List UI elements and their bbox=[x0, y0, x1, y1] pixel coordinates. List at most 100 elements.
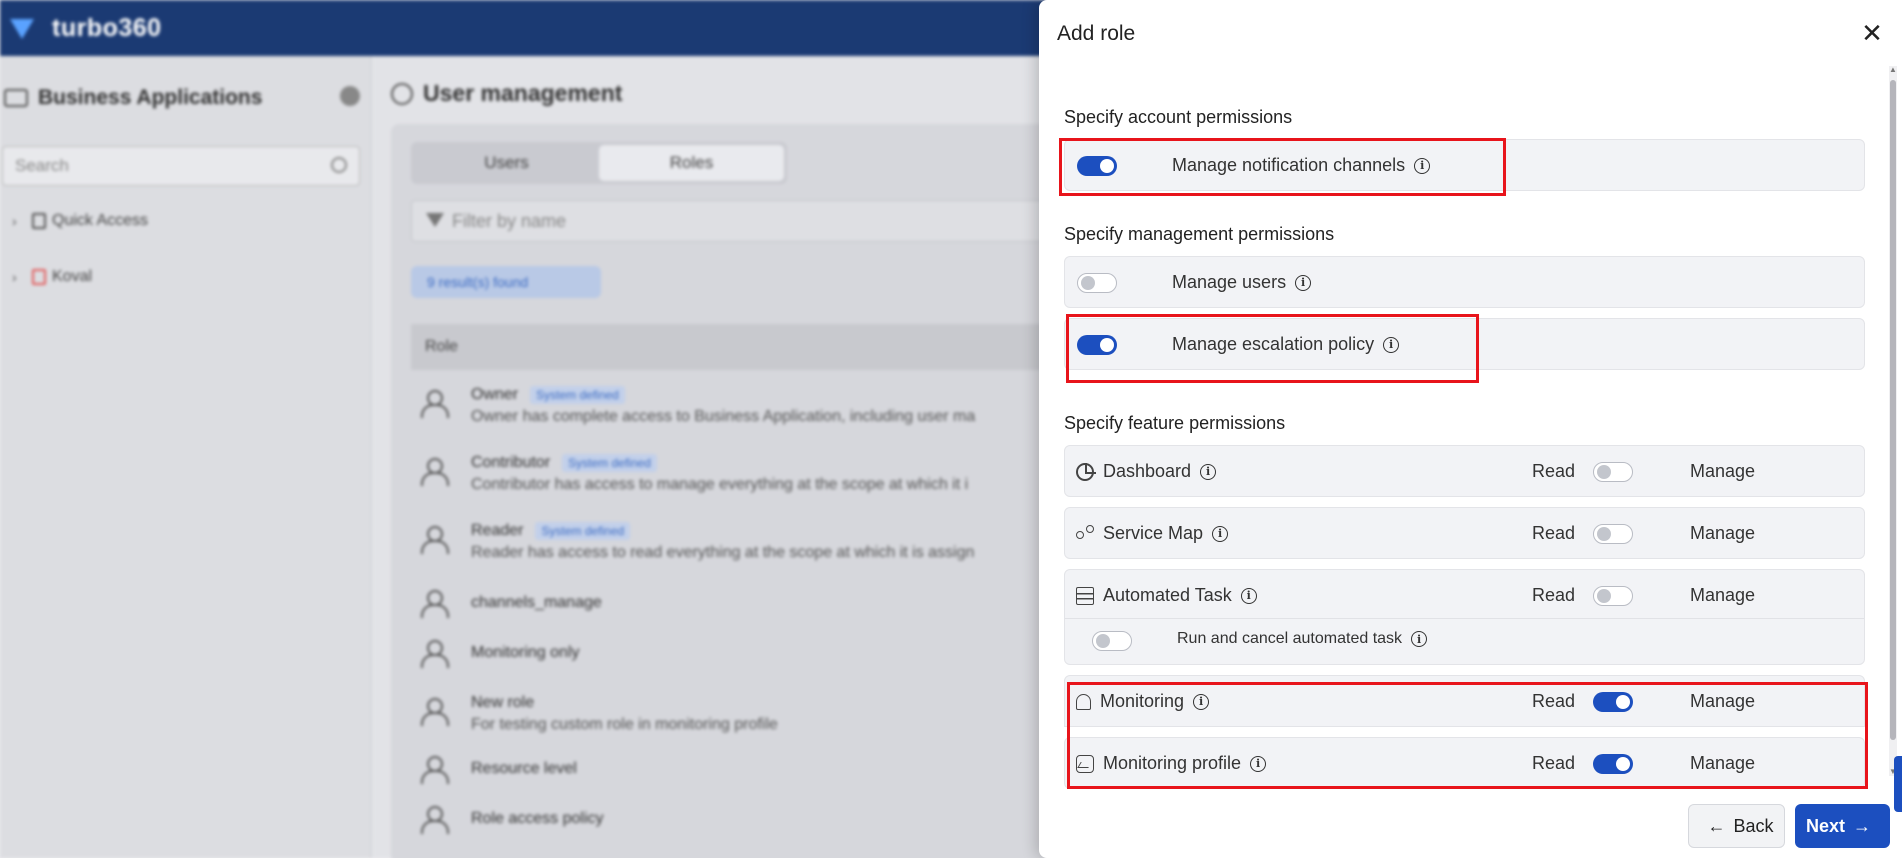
feature-name: Monitoring bbox=[1100, 691, 1185, 711]
arrow-left-icon: ← bbox=[1707, 815, 1726, 836]
info-icon[interactable]: i bbox=[1193, 693, 1210, 710]
back-button[interactable]: ← Back bbox=[1688, 804, 1785, 848]
notification-channels-label: Manage notification channels i bbox=[1172, 155, 1431, 176]
sidebar-search-input[interactable]: Search bbox=[2, 146, 360, 186]
sidebar-header: Business Applications bbox=[4, 86, 360, 110]
read-label: Read bbox=[1532, 461, 1576, 481]
read-label: Read bbox=[1532, 585, 1576, 605]
escalation-policy-label: Manage escalation policy i bbox=[1172, 334, 1400, 355]
divider bbox=[1065, 618, 1864, 619]
role-name: Monitoring only bbox=[471, 644, 580, 661]
feature-row-automated-task: Automated Task i Read Manage Run and can… bbox=[1064, 569, 1865, 665]
monitoring-read-toggle[interactable] bbox=[1593, 692, 1633, 712]
read-label: Read bbox=[1532, 691, 1576, 711]
turbo360-logo-icon bbox=[8, 13, 38, 43]
info-icon[interactable]: i bbox=[1240, 587, 1257, 604]
escalation-policy-toggle[interactable] bbox=[1077, 335, 1117, 355]
info-icon[interactable]: i bbox=[1212, 525, 1229, 542]
role-tag: System defined bbox=[562, 454, 657, 472]
feature-label: Monitoring i bbox=[1076, 691, 1210, 712]
role-icon bbox=[421, 590, 451, 618]
scroll-up-icon[interactable]: ▲ bbox=[1889, 66, 1897, 74]
automated-task-read-toggle[interactable] bbox=[1593, 586, 1633, 606]
side-panel-tab[interactable] bbox=[1894, 756, 1902, 812]
next-label: Next bbox=[1805, 815, 1845, 836]
management-permissions-heading: Specify management permissions bbox=[1064, 224, 1335, 244]
filter-icon bbox=[426, 213, 444, 227]
chevron-right-icon[interactable]: › bbox=[12, 213, 24, 229]
info-icon[interactable]: i bbox=[1414, 157, 1431, 174]
role-name: Resource level bbox=[471, 760, 577, 777]
monitoring-profile-read-toggle[interactable] bbox=[1593, 754, 1633, 774]
run-cancel-task-toggle[interactable] bbox=[1092, 631, 1132, 651]
role-name: Contributor bbox=[471, 454, 551, 471]
tab-roles[interactable]: Roles bbox=[599, 145, 784, 181]
feature-label: Monitoring profile i bbox=[1076, 753, 1267, 774]
close-icon[interactable]: ✕ bbox=[1859, 20, 1885, 46]
user-role-tabs: Users Roles bbox=[411, 142, 787, 184]
dashboard-read-toggle[interactable] bbox=[1593, 462, 1633, 482]
role-icon bbox=[421, 390, 451, 418]
sidebar-item-label: Quick Access bbox=[52, 212, 149, 229]
feature-name: Dashboard bbox=[1103, 461, 1192, 481]
sidebar-item-label: Koval bbox=[52, 268, 93, 285]
feature-permissions-heading: Specify feature permissions bbox=[1064, 413, 1286, 433]
role-icon bbox=[421, 458, 451, 486]
scrollbar-thumb[interactable] bbox=[1890, 80, 1896, 740]
manage-users-label: Manage users i bbox=[1172, 272, 1312, 293]
notification-channels-toggle[interactable] bbox=[1077, 156, 1117, 176]
role-name: Owner bbox=[471, 386, 519, 403]
dialog-scrollbar[interactable]: ▲ ▼ bbox=[1889, 66, 1897, 776]
read-label: Read bbox=[1532, 753, 1576, 773]
manage-label: Manage bbox=[1690, 523, 1756, 543]
feature-name: Monitoring profile bbox=[1103, 753, 1242, 773]
logo-text: turbo360 bbox=[52, 13, 162, 42]
sidebar-item-quick-access[interactable]: › Quick Access bbox=[12, 212, 362, 230]
back-label: Back bbox=[1733, 815, 1774, 836]
read-label: Read bbox=[1532, 523, 1576, 543]
info-icon[interactable]: i bbox=[1383, 336, 1400, 353]
network-icon bbox=[1076, 524, 1094, 543]
subtask-label: Run and cancel automated task i bbox=[1177, 630, 1428, 648]
role-desc: Reader has access to read everything at … bbox=[471, 544, 975, 561]
role-icon bbox=[421, 756, 451, 784]
filter-placeholder: Filter by name bbox=[452, 210, 567, 231]
sidebar-item-koval[interactable]: › Koval bbox=[12, 268, 362, 286]
gear-icon[interactable] bbox=[340, 86, 360, 106]
tab-users[interactable]: Users bbox=[414, 145, 599, 181]
server-icon bbox=[1076, 586, 1094, 605]
info-icon[interactable]: i bbox=[1250, 755, 1267, 772]
feature-row-monitoring-profile: Monitoring profile i Read Manage bbox=[1064, 737, 1865, 789]
business-app-icon bbox=[4, 89, 28, 107]
manage-users-toggle[interactable] bbox=[1077, 273, 1117, 293]
add-role-dialog: Add role ✕ Specify account permissions M… bbox=[1039, 0, 1902, 858]
feature-name: Service Map bbox=[1103, 523, 1204, 543]
role-name: Role access policy bbox=[471, 810, 604, 827]
chevron-right-icon[interactable]: › bbox=[12, 269, 24, 285]
notification-channels-row: Manage notification channels i bbox=[1064, 139, 1865, 191]
info-icon[interactable]: i bbox=[1200, 463, 1217, 480]
feature-label: Dashboard i bbox=[1076, 461, 1217, 482]
feature-label: Service Map i bbox=[1076, 523, 1229, 544]
sidebar: Business Applications Search › Quick Acc… bbox=[0, 56, 372, 858]
manage-users-row: Manage users i bbox=[1064, 256, 1865, 308]
bookmark-icon bbox=[32, 213, 46, 229]
arrow-right-icon: → bbox=[1853, 815, 1871, 836]
results-badge: 9 result(s) found bbox=[411, 266, 601, 298]
role-desc: Owner has complete access to Business Ap… bbox=[471, 408, 976, 425]
search-placeholder: Search bbox=[15, 156, 69, 175]
next-button[interactable]: Next → bbox=[1795, 804, 1890, 848]
info-icon[interactable]: i bbox=[1295, 274, 1312, 291]
account-permissions-heading: Specify account permissions bbox=[1064, 107, 1293, 127]
feature-row-dashboard: Dashboard i Read Manage bbox=[1064, 445, 1865, 497]
page-title-text: User management bbox=[423, 80, 623, 106]
manage-label: Manage bbox=[1690, 461, 1756, 481]
role-name: channels_manage bbox=[471, 594, 602, 611]
service-map-read-toggle[interactable] bbox=[1593, 524, 1633, 544]
info-icon[interactable]: i bbox=[1411, 631, 1428, 647]
role-tag: System defined bbox=[535, 522, 631, 540]
role-desc: Contributor has access to manage everyth… bbox=[471, 476, 969, 493]
role-icon bbox=[421, 806, 451, 834]
escalation-policy-text: Manage escalation policy bbox=[1172, 334, 1375, 354]
role-icon bbox=[421, 640, 451, 668]
